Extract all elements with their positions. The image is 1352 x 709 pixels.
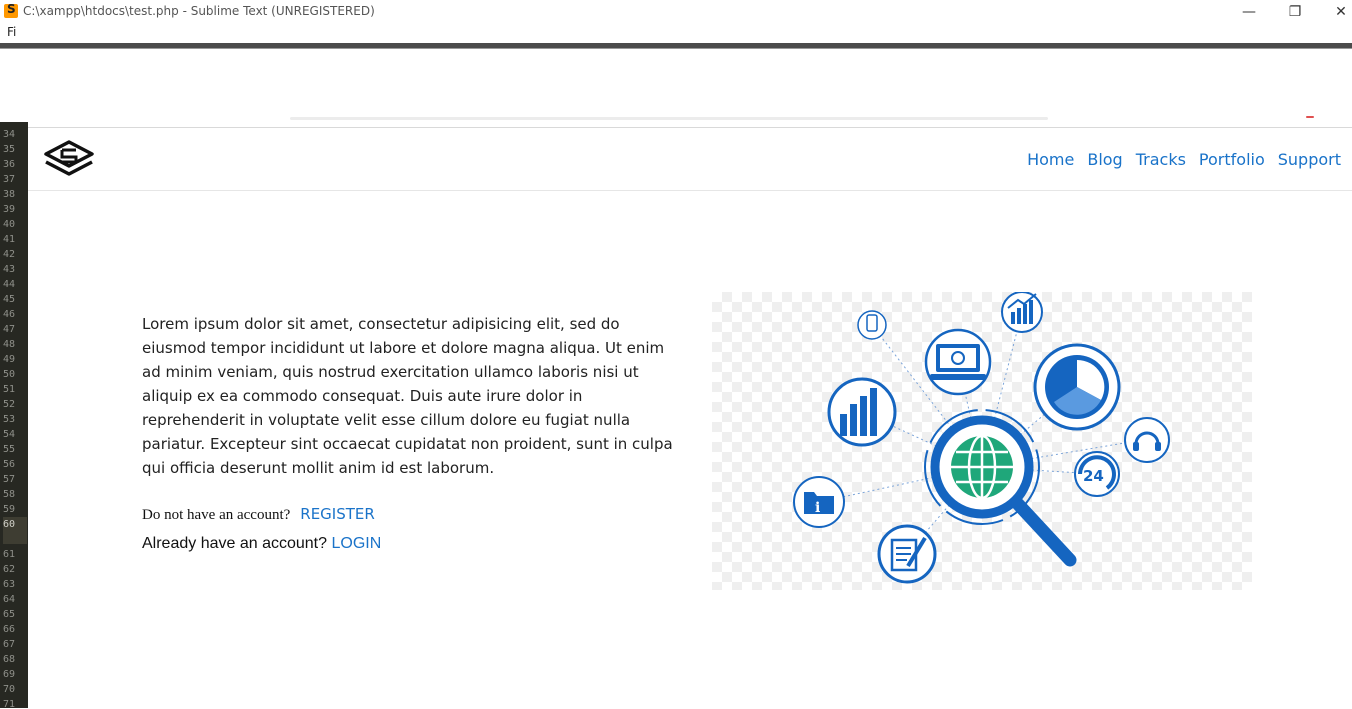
- search-analytics-illustration: 24 i: [712, 291, 1252, 590]
- minimize-icon: —: [1242, 4, 1256, 20]
- line-number: 54: [3, 429, 16, 440]
- line-number: 42: [3, 249, 16, 260]
- restore-icon: ❐: [1288, 4, 1302, 20]
- menu-file[interactable]: Fi: [7, 25, 16, 39]
- line-number: 70: [3, 684, 16, 695]
- line-number: 64: [3, 594, 16, 605]
- web-page: Home Blog Tracks Portfolio Support Lorem ips…: [28, 127, 1352, 709]
- line-number: 69: [3, 669, 16, 680]
- illustration-svg: 24 i: [793, 291, 1170, 584]
- line-number: 49: [3, 354, 16, 365]
- close-button[interactable]: ✕: [1326, 2, 1352, 22]
- register-link[interactable]: REGISTER: [300, 505, 375, 523]
- line-number-gutter: 34 35 36 37 38 39 40 41 42 43 44 45 46 47 48 49 50 51 52 53…: [0, 122, 28, 708]
- restore-button[interactable]: ❐: [1280, 2, 1310, 22]
- line-number: 45: [3, 294, 16, 305]
- minimize-button[interactable]: —: [1234, 2, 1264, 22]
- sublime-app-icon: S: [4, 2, 18, 18]
- site-navbar: Home Blog Tracks Portfolio Support: [28, 128, 1352, 191]
- line-number: 35: [3, 144, 16, 155]
- line-number: 53: [3, 414, 16, 425]
- line-number: 36: [3, 159, 16, 170]
- line-number: 65: [3, 609, 16, 620]
- site-nav: Home Blog Tracks Portfolio Support: [1014, 150, 1341, 169]
- line-number: 51: [3, 384, 16, 395]
- login-link[interactable]: LOGIN: [331, 535, 381, 552]
- line-number: 40: [3, 219, 16, 230]
- horizontal-scrollbar[interactable]: [290, 117, 1048, 120]
- line-number: 39: [3, 204, 16, 215]
- close-icon: ✕: [1335, 4, 1347, 20]
- line-number: 62: [3, 564, 16, 575]
- site-logo-icon[interactable]: [42, 140, 96, 180]
- trend-icon: [1001, 291, 1043, 333]
- login-question: Already have an account?: [142, 535, 332, 552]
- line-number: 57: [3, 474, 16, 485]
- line-number: 71: [3, 699, 16, 708]
- line-number: 50: [3, 369, 16, 380]
- menu-bar: Fi: [0, 24, 1352, 43]
- line-number: 43: [3, 264, 16, 275]
- line-number: 61: [3, 549, 16, 560]
- nav-portfolio[interactable]: Portfolio: [1199, 150, 1265, 169]
- app-icon-letter: S: [7, 2, 16, 16]
- line-number: 48: [3, 339, 16, 350]
- line-number: 63: [3, 579, 16, 590]
- 24h-badge-text: 24: [1083, 467, 1104, 485]
- line-number: 47: [3, 324, 16, 335]
- nav-home[interactable]: Home: [1027, 150, 1074, 169]
- line-number: 68: [3, 654, 16, 665]
- line-number: 52: [3, 399, 16, 410]
- nav-support[interactable]: Support: [1278, 150, 1341, 169]
- nav-blog[interactable]: Blog: [1087, 150, 1122, 169]
- intro-paragraph: Lorem ipsum dolor sit amet, consectetur …: [142, 315, 673, 477]
- line-number: 66: [3, 624, 16, 635]
- line-number: 55: [3, 444, 16, 455]
- line-number: 60: [3, 517, 27, 544]
- line-number: 37: [3, 174, 16, 185]
- line-number: 46: [3, 309, 16, 320]
- register-row: Do not have an account? REGISTER: [142, 504, 375, 524]
- line-number: 59: [3, 504, 16, 515]
- line-number: 58: [3, 489, 16, 500]
- line-number: 41: [3, 234, 16, 245]
- line-number: 67: [3, 639, 16, 650]
- register-question: Do not have an account?: [142, 507, 291, 523]
- line-number: 34: [3, 129, 16, 140]
- window-title: C:\xampp\htdocs\test.php - Sublime Text …: [23, 4, 375, 18]
- editor-preview-area: [28, 49, 1352, 122]
- nav-tracks[interactable]: Tracks: [1136, 150, 1186, 169]
- title-bar: S C:\xampp\htdocs\test.php - Sublime Tex…: [0, 0, 1352, 24]
- login-row: Already have an account? LOGIN: [142, 535, 381, 553]
- svg-text:i: i: [815, 500, 820, 516]
- red-marker: [1306, 116, 1314, 118]
- line-number: 38: [3, 189, 16, 200]
- line-number: 56: [3, 459, 16, 470]
- headset-icon: [1124, 417, 1170, 463]
- line-number: 44: [3, 279, 16, 290]
